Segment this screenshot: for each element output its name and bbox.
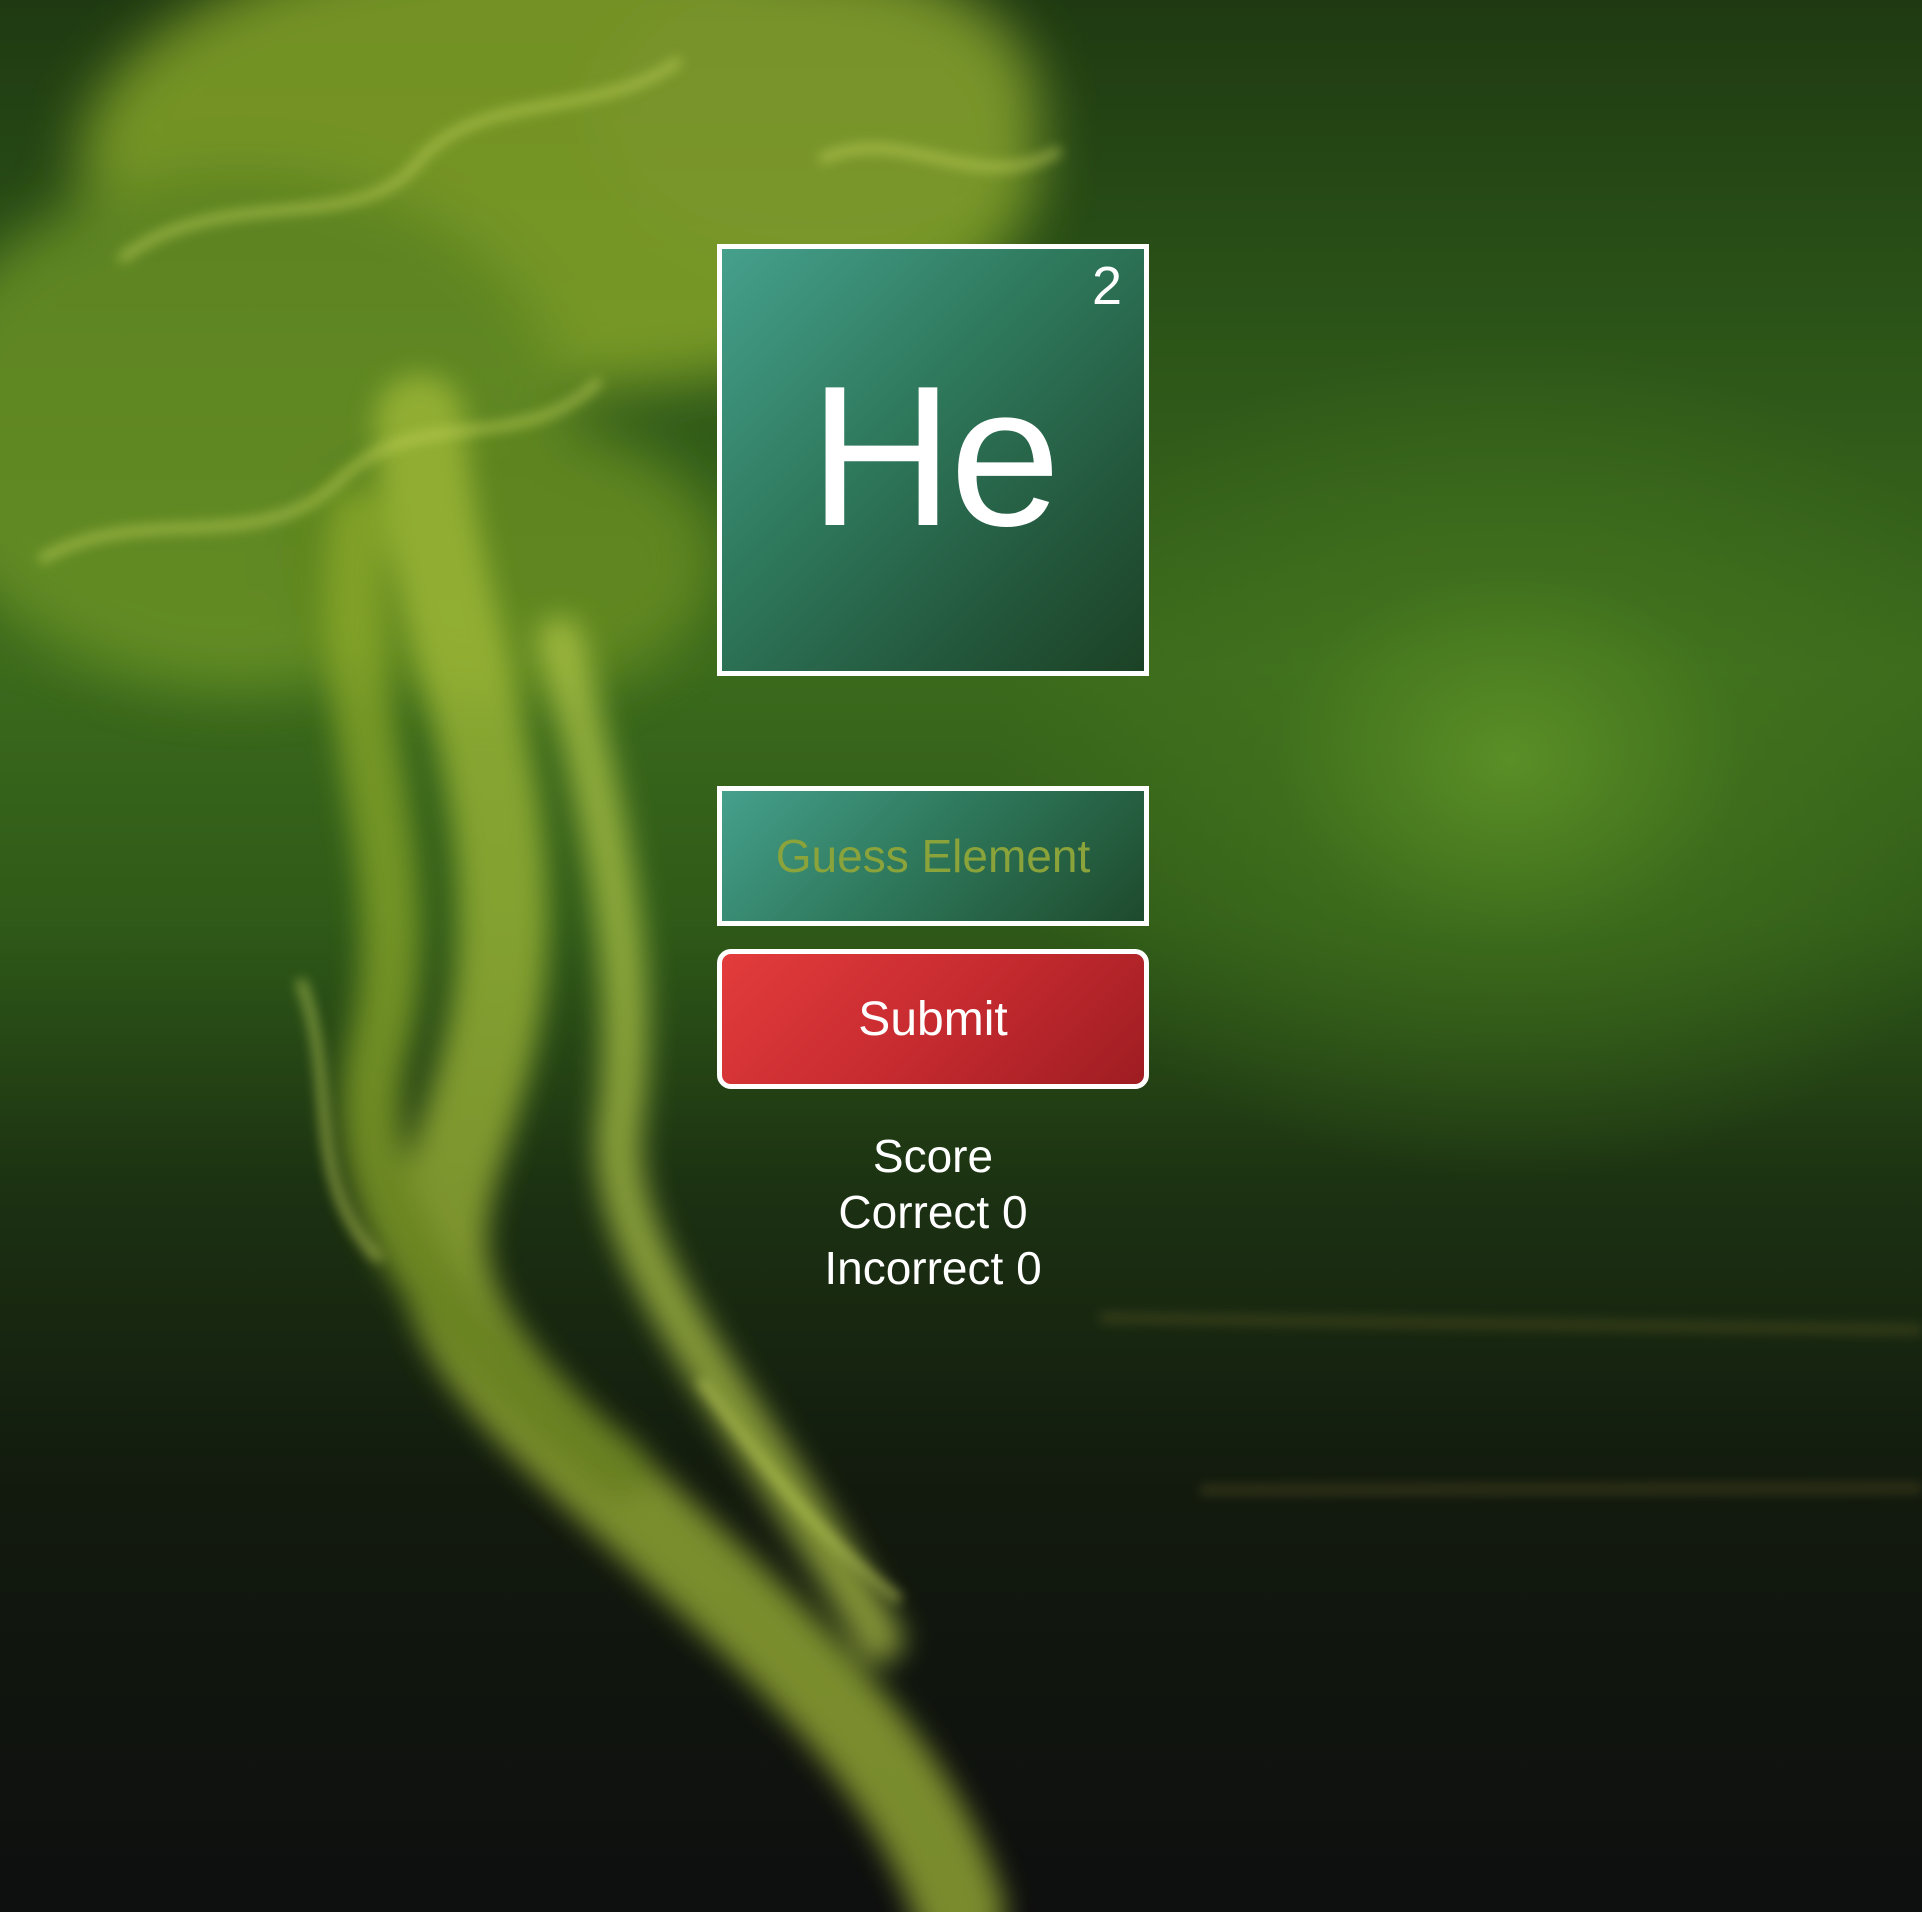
incorrect-count: Incorrect 0 [824,1242,1042,1294]
score-panel: Score Correct 0 Incorrect 0 [717,1128,1149,1296]
element-symbol: He [809,345,1061,568]
correct-count: Correct 0 [838,1186,1028,1238]
guess-element-input[interactable] [717,786,1149,926]
score-heading: Score [872,1130,994,1182]
atomic-number: 2 [1091,256,1122,316]
element-tile: 2 He [717,244,1149,676]
submit-button[interactable]: Submit [717,949,1149,1089]
